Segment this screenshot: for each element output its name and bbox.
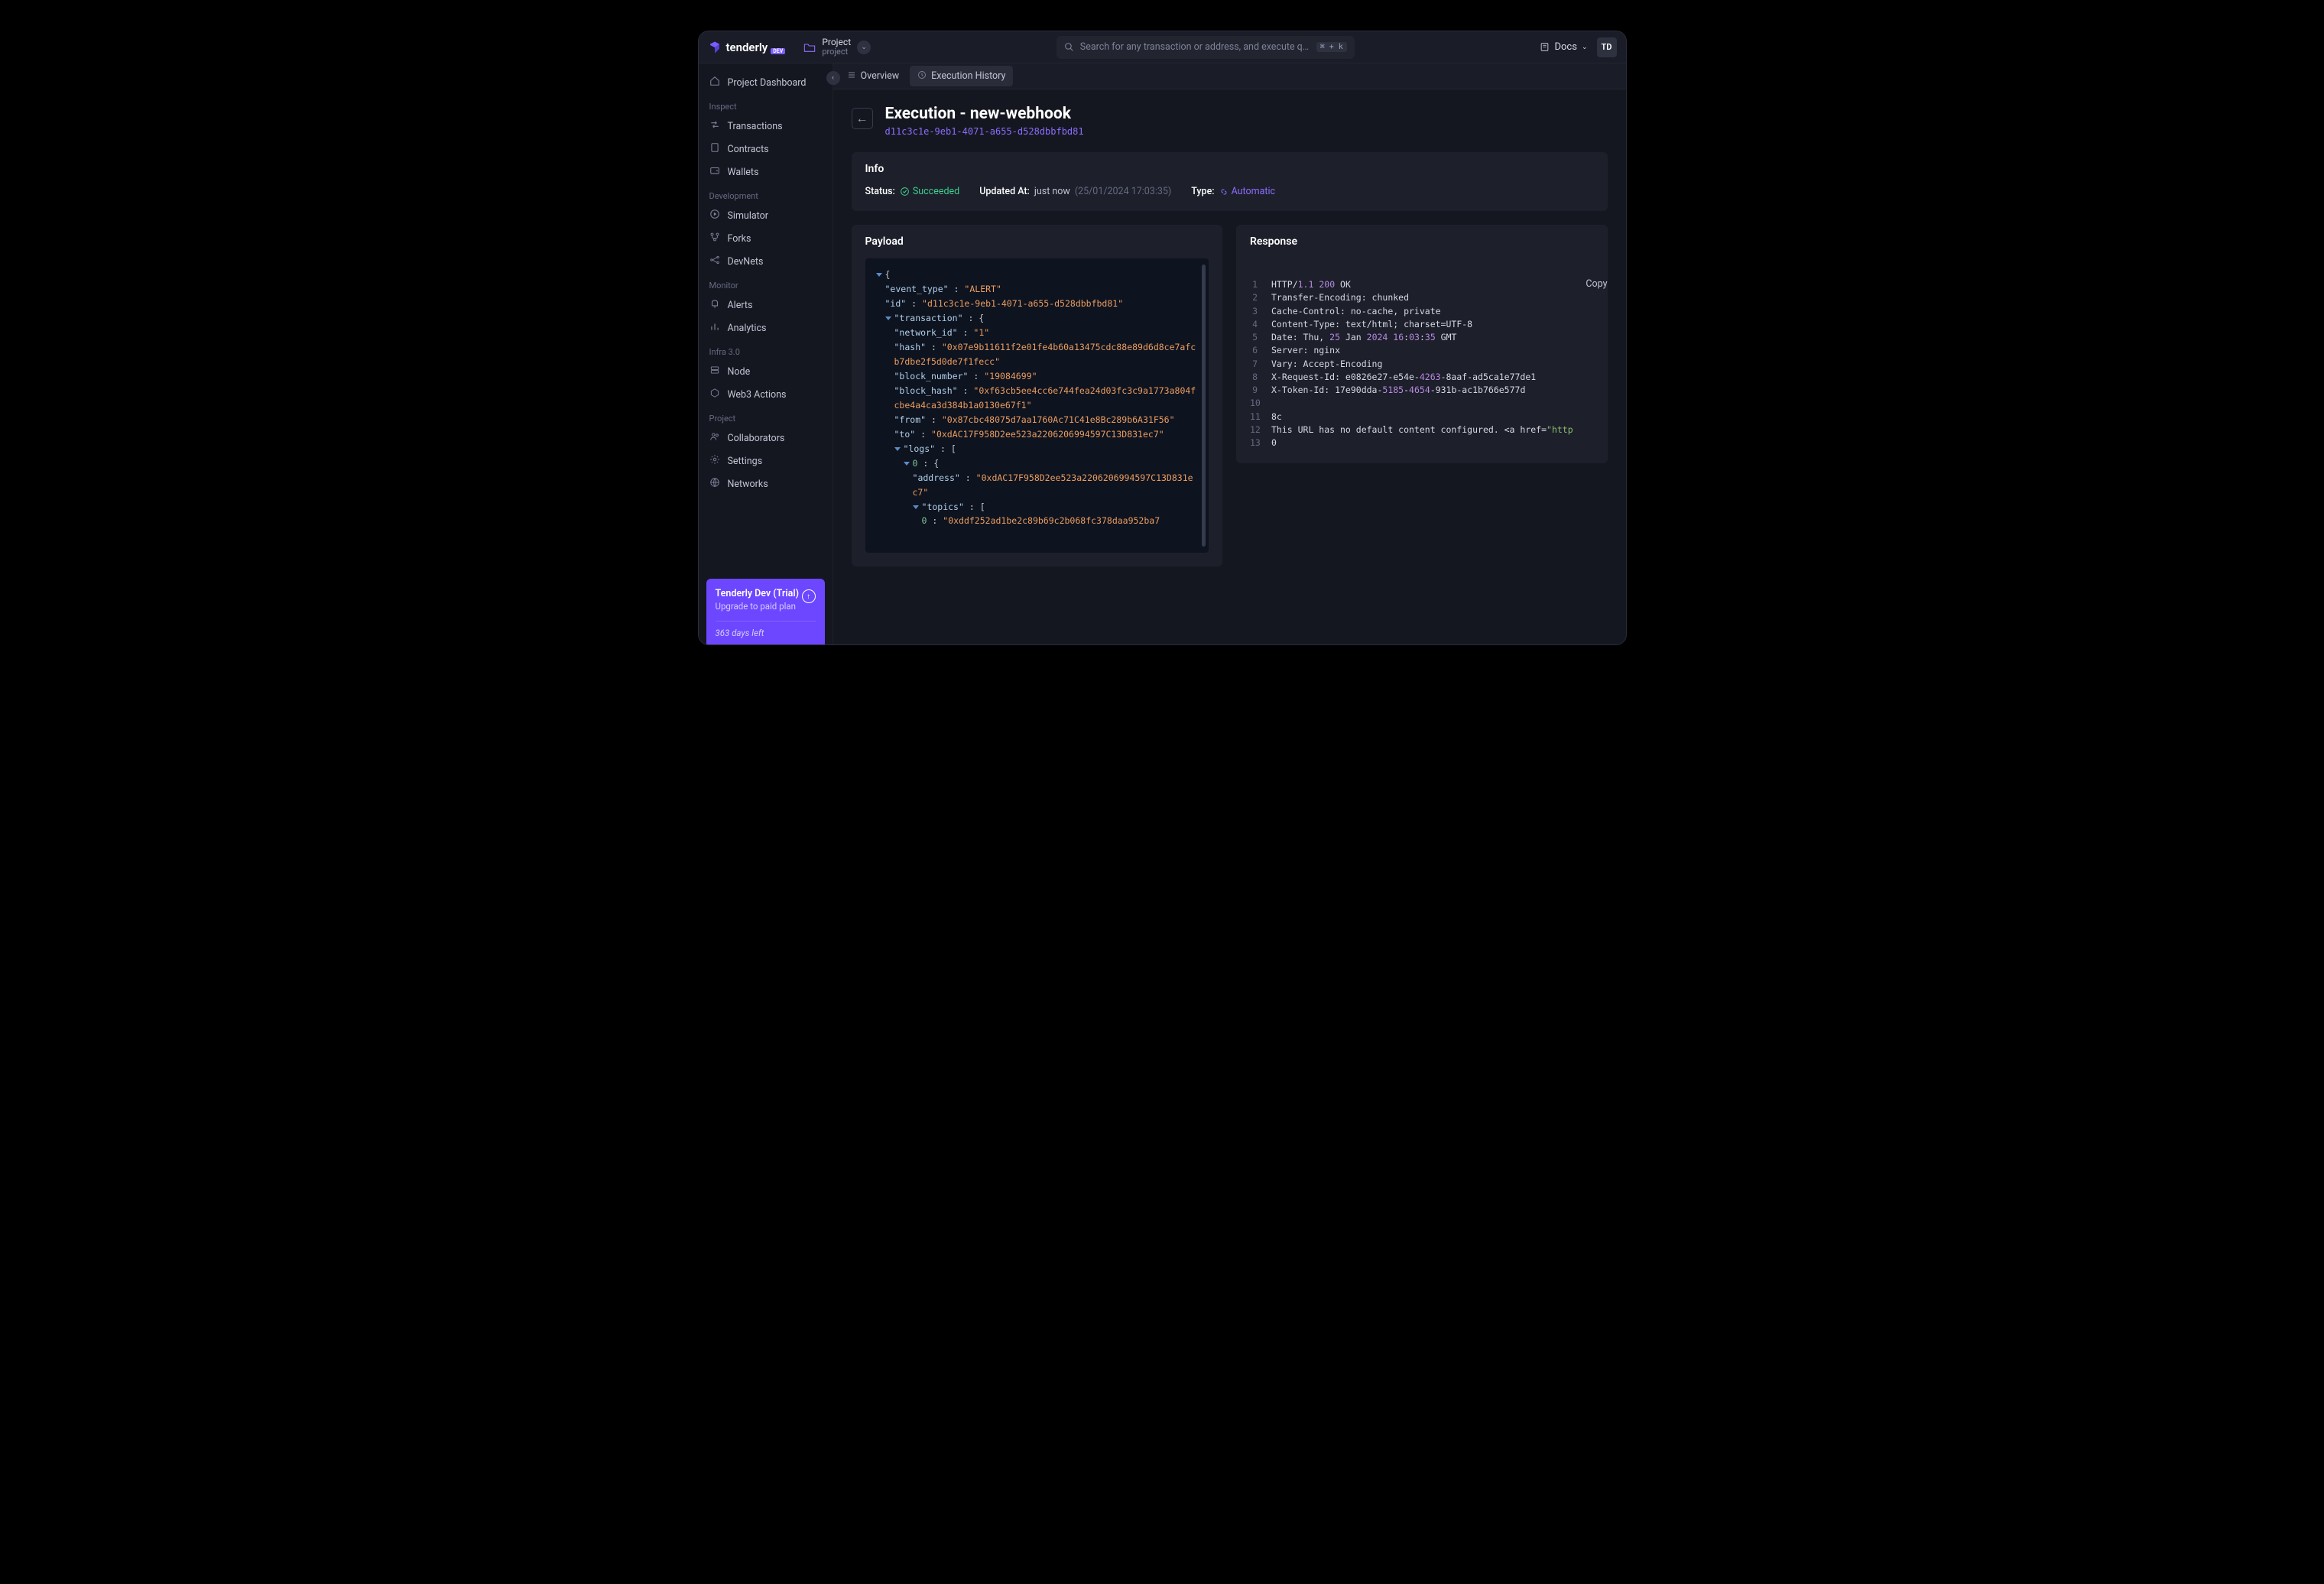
payload-json[interactable]: { "event_type" : "ALERT" "id" : "d11c3c1…	[865, 258, 1209, 553]
copy-button[interactable]: Copy	[1586, 278, 1607, 290]
info-card: Info Status: Succeeded Updat	[852, 152, 1608, 211]
tabs: Overview Execution History	[833, 63, 1626, 89]
network-icon	[709, 255, 720, 268]
sidebar-head-project: Project	[699, 406, 833, 427]
docs-button[interactable]: Docs ⌄	[1540, 41, 1587, 53]
payload-card: Payload { "event_type" : "ALERT" "id" : …	[852, 225, 1223, 566]
sidebar-item-contracts[interactable]: Contracts	[699, 138, 833, 161]
tab-overview[interactable]: Overview	[839, 66, 907, 86]
sidebar-item-dashboard[interactable]: Project Dashboard	[699, 71, 833, 94]
users-icon	[709, 431, 720, 445]
gear-icon	[709, 454, 720, 468]
upgrade-sub: Upgrade to paid plan	[716, 601, 816, 612]
upgrade-days: 363 days left	[716, 621, 816, 638]
sidebar-item-simulator[interactable]: Simulator	[699, 204, 833, 227]
project-selector[interactable]: Project project ⌄	[803, 37, 871, 57]
search-icon	[1064, 42, 1074, 52]
sidebar-item-analytics[interactable]: Analytics	[699, 316, 833, 339]
globe-icon	[709, 477, 720, 491]
swap-icon	[709, 119, 720, 133]
sidebar-head-monitor: Monitor	[699, 273, 833, 294]
document-icon	[709, 142, 720, 156]
wallet-icon	[709, 165, 720, 179]
search-kbd: ⌘ + k	[1316, 42, 1347, 52]
page-title: Execution - new-webhook	[885, 105, 1084, 123]
bell-icon	[709, 298, 720, 312]
check-icon	[900, 187, 910, 196]
sidebar-item-forks[interactable]: Forks	[699, 227, 833, 250]
actions-icon	[709, 388, 720, 401]
logo[interactable]: tenderly DEV	[708, 41, 786, 54]
tenderly-logo-icon	[708, 41, 722, 54]
updated-item: Updated At: just now (25/01/2024 17:03:3…	[979, 186, 1171, 197]
search-input[interactable]: Search for any transaction or address, a…	[1057, 36, 1355, 59]
response-header: Response	[1236, 225, 1608, 258]
info-header: Info	[852, 152, 1608, 186]
status-badge: Succeeded	[900, 186, 959, 197]
arrow-up-icon: ↑	[802, 589, 816, 603]
project-sub: project	[822, 47, 851, 57]
fork-icon	[709, 232, 720, 245]
sidebar-item-web3actions[interactable]: Web3 Actions	[699, 383, 833, 406]
sidebar-item-devnets[interactable]: DevNets	[699, 250, 833, 273]
status-item: Status: Succeeded	[865, 186, 960, 197]
avatar[interactable]: TD	[1597, 37, 1617, 57]
sidebar-head-dev: Development	[699, 183, 833, 204]
app-window: tenderly DEV Project project ⌄ Search fo…	[698, 31, 1627, 645]
list-icon	[847, 70, 856, 82]
response-card: Response Copy 1HTTP/1.1 200 OK 2Transfer…	[1236, 225, 1608, 463]
search-placeholder: Search for any transaction or address, a…	[1080, 41, 1310, 53]
clock-icon	[917, 70, 927, 82]
execution-id: d11c3c1e-9eb1-4071-a655-d528dbbfbd81	[885, 126, 1084, 137]
sidebar-item-settings[interactable]: Settings	[699, 450, 833, 472]
logo-badge: DEV	[771, 48, 785, 54]
chart-icon	[709, 321, 720, 335]
sidebar-item-alerts[interactable]: Alerts	[699, 294, 833, 316]
topbar: tenderly DEV Project project ⌄ Search fo…	[699, 31, 1626, 63]
sidebar-item-collaborators[interactable]: Collaborators	[699, 427, 833, 450]
home-icon	[709, 76, 720, 89]
book-icon	[1540, 42, 1550, 52]
sidebar-item-networks[interactable]: Networks	[699, 472, 833, 495]
chevron-down-icon: ⌄	[857, 41, 871, 54]
play-icon	[709, 209, 720, 222]
type-item: Type: Automatic	[1191, 186, 1275, 197]
folder-icon	[803, 42, 816, 53]
upgrade-title: Tenderly Dev (Trial)	[716, 588, 816, 599]
sidebar-head-infra: Infra 3.0	[699, 339, 833, 360]
sidebar-item-wallets[interactable]: Wallets	[699, 161, 833, 183]
sidebar-head-inspect: Inspect	[699, 94, 833, 115]
collapse-sidebar-button[interactable]: ‹	[826, 71, 840, 85]
link-icon	[1219, 187, 1229, 196]
chevron-down-icon: ⌄	[1582, 44, 1588, 51]
sidebar-item-transactions[interactable]: Transactions	[699, 115, 833, 138]
response-code[interactable]: 1HTTP/1.1 200 OK 2Transfer-Encoding: chu…	[1250, 278, 1594, 450]
upgrade-card[interactable]: Tenderly Dev (Trial) Upgrade to paid pla…	[706, 579, 825, 644]
logo-text: tenderly	[726, 41, 768, 54]
server-icon	[709, 365, 720, 378]
main-content: Overview Execution History ← Execution -…	[833, 63, 1626, 644]
payload-header: Payload	[852, 225, 1223, 258]
sidebar-item-node[interactable]: Node	[699, 360, 833, 383]
tab-history[interactable]: Execution History	[910, 66, 1013, 86]
sidebar: Project Dashboard Inspect Transactions C…	[699, 63, 833, 644]
back-button[interactable]: ←	[852, 108, 873, 129]
type-link[interactable]: Automatic	[1219, 186, 1276, 197]
